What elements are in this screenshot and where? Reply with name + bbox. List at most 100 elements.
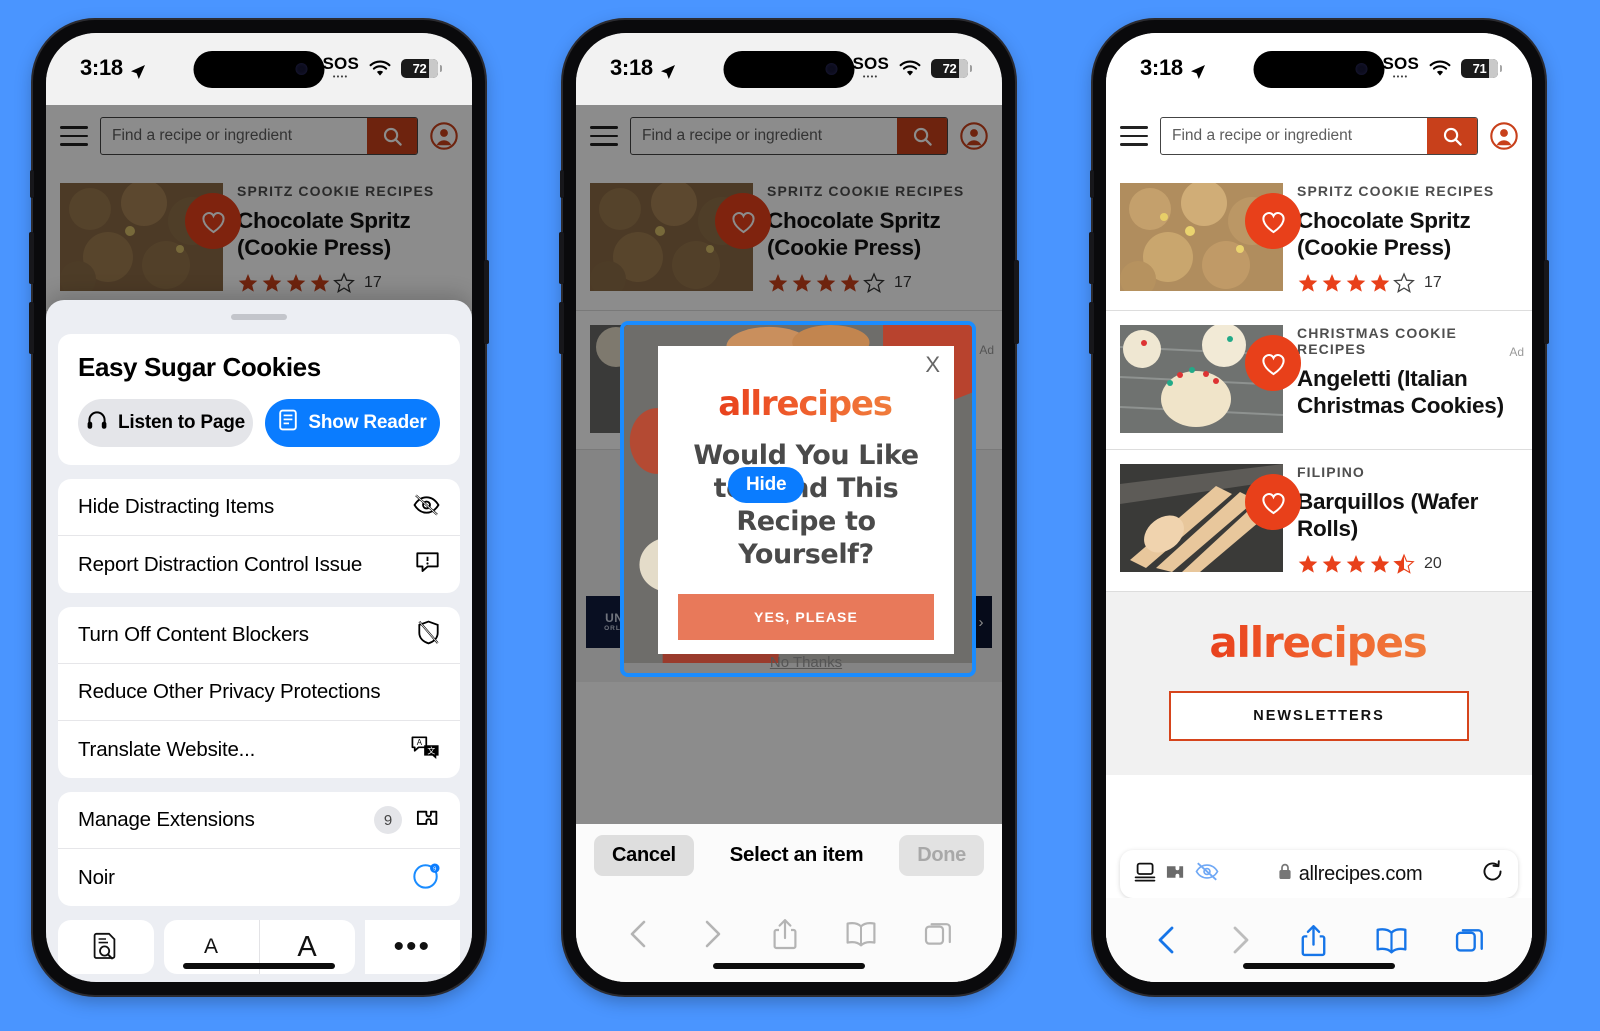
power-button[interactable] bbox=[1544, 260, 1549, 344]
star-rating bbox=[1297, 553, 1415, 575]
favorite-button[interactable] bbox=[1245, 474, 1301, 531]
hide-element-button[interactable]: Hide bbox=[728, 467, 805, 503]
search-button[interactable] bbox=[1427, 118, 1477, 154]
status-left: 3:18 bbox=[610, 55, 676, 81]
menu-item-label: Noir bbox=[78, 865, 115, 889]
menu-item-label: Turn Off Content Blockers bbox=[78, 623, 309, 646]
volume-down-button[interactable] bbox=[559, 302, 564, 354]
clock: 3:18 bbox=[1140, 55, 1183, 80]
recipe-meta: FILIPINO Barquillos (Wafer Rolls) 20 bbox=[1297, 464, 1518, 575]
report-distraction-issue-row[interactable]: Report Distraction Control Issue bbox=[58, 536, 460, 593]
recipe-category: SPRITZ COOKIE RECIPES bbox=[1297, 183, 1495, 199]
sheet-grabber[interactable] bbox=[231, 314, 287, 320]
recipe-title[interactable]: Barquillos (Wafer Rolls) bbox=[1297, 489, 1518, 542]
power-button[interactable] bbox=[1014, 260, 1019, 344]
table-row[interactable]: FILIPINO Barquillos (Wafer Rolls) 20 bbox=[1106, 450, 1532, 593]
url-bar[interactable]: allrecipes.com bbox=[1120, 850, 1518, 898]
extension-icon[interactable] bbox=[1165, 863, 1186, 886]
share-icon[interactable] bbox=[1300, 924, 1327, 957]
battery-indicator: 72 bbox=[931, 58, 972, 78]
turn-off-content-blockers-row[interactable]: Turn Off Content Blockers bbox=[58, 607, 460, 664]
show-reader-button[interactable]: Show Reader bbox=[265, 399, 440, 447]
reader-doc-icon bbox=[278, 409, 298, 437]
noir-extension-row[interactable]: Noir 9 bbox=[58, 849, 460, 906]
url-text: allrecipes.com bbox=[1298, 862, 1423, 885]
status-right: SOS •••• 71 bbox=[1382, 55, 1502, 81]
newsletters-button[interactable]: NEWSLETTERS bbox=[1169, 691, 1469, 742]
recipe-title[interactable]: Angeletti (Italian Christmas Cookies) bbox=[1297, 366, 1518, 419]
volume-up-button[interactable] bbox=[559, 232, 564, 284]
back-icon[interactable] bbox=[1154, 925, 1180, 955]
phone-3-screen: 3:18 SOS •••• 71 Find a recipe or ingred… bbox=[1106, 33, 1532, 982]
wifi-icon bbox=[369, 60, 391, 77]
no-thanks-button[interactable]: No Thanks bbox=[770, 654, 842, 671]
battery-indicator: 72 bbox=[401, 58, 442, 78]
translate-website-row[interactable]: Translate Website... A文 bbox=[58, 721, 460, 778]
done-button[interactable]: Done bbox=[899, 834, 984, 876]
reload-icon[interactable] bbox=[1481, 860, 1504, 888]
table-row[interactable]: CHRISTMAS COOKIE RECIPES Angeletti (Ital… bbox=[1106, 311, 1532, 451]
bookmarks-icon[interactable] bbox=[845, 921, 877, 947]
search-bar[interactable] bbox=[1160, 117, 1478, 155]
silent-switch[interactable] bbox=[30, 170, 34, 198]
recipe-thumbnail bbox=[1120, 325, 1301, 434]
dynamic-island bbox=[193, 51, 325, 88]
more-options-button[interactable]: ••• bbox=[364, 920, 460, 974]
manage-extensions-row[interactable]: Manage Extensions 9 bbox=[58, 792, 460, 849]
volume-down-button[interactable] bbox=[29, 302, 34, 354]
volume-up-button[interactable] bbox=[29, 232, 34, 284]
account-icon[interactable] bbox=[1490, 122, 1518, 150]
reader-card: Easy Sugar Cookies Listen to Page Show R… bbox=[58, 334, 460, 465]
flag-bubble-icon bbox=[415, 550, 440, 579]
translate-icon: A文 bbox=[411, 735, 440, 765]
tabs-icon[interactable] bbox=[1455, 926, 1484, 955]
forward-icon[interactable] bbox=[699, 919, 725, 949]
battery-indicator: 71 bbox=[1461, 58, 1502, 78]
dynamic-island bbox=[1253, 51, 1385, 88]
recipe-title[interactable]: Chocolate Spritz (Cookie Press) bbox=[1297, 208, 1518, 261]
location-arrow-icon bbox=[1190, 60, 1206, 79]
silent-switch[interactable] bbox=[560, 170, 564, 198]
reduce-privacy-protections-row[interactable]: Reduce Other Privacy Protections bbox=[58, 664, 460, 721]
bookmarks-icon[interactable] bbox=[1375, 927, 1408, 954]
home-indicator[interactable] bbox=[1243, 963, 1395, 969]
recipe-thumbnail bbox=[1120, 183, 1301, 291]
home-indicator[interactable] bbox=[183, 963, 335, 969]
menu-icon[interactable] bbox=[1120, 126, 1148, 146]
volume-up-button[interactable] bbox=[1089, 232, 1094, 284]
hide-distracting-icon[interactable] bbox=[1195, 862, 1219, 886]
favorite-button[interactable] bbox=[1245, 193, 1301, 249]
wifi-icon bbox=[1429, 60, 1451, 77]
hide-distracting-items-row[interactable]: Hide Distracting Items bbox=[58, 479, 460, 536]
page-settings-sheet: Easy Sugar Cookies Listen to Page Show R… bbox=[46, 300, 472, 982]
listen-to-page-button[interactable]: Listen to Page bbox=[78, 399, 253, 447]
search-input[interactable] bbox=[1161, 118, 1427, 154]
star-rating bbox=[1297, 272, 1415, 294]
find-on-page-button[interactable] bbox=[58, 920, 154, 974]
privacy-group: Turn Off Content Blockers Reduce Other P… bbox=[58, 607, 460, 778]
wifi-icon bbox=[899, 60, 921, 77]
cancel-button[interactable]: Cancel bbox=[594, 834, 694, 876]
close-icon[interactable]: X bbox=[925, 352, 940, 378]
show-reader-label: Show Reader bbox=[308, 412, 427, 433]
sos-indicator: SOS •••• bbox=[322, 54, 359, 81]
back-icon[interactable] bbox=[626, 919, 652, 949]
recipe-category: FILIPINO bbox=[1297, 464, 1365, 481]
browser-toolbar bbox=[1106, 898, 1532, 982]
yes-please-button[interactable]: YES, PLEASE bbox=[678, 593, 934, 640]
page-settings-icon[interactable] bbox=[1134, 862, 1156, 887]
location-arrow-icon bbox=[130, 60, 146, 79]
extensions-group: Manage Extensions 9 Noir 9 bbox=[58, 792, 460, 906]
table-row[interactable]: SPRITZ COOKIE RECIPES Chocolate Spritz (… bbox=[1106, 169, 1532, 312]
home-indicator[interactable] bbox=[713, 963, 865, 969]
volume-down-button[interactable] bbox=[1089, 302, 1094, 354]
silent-switch[interactable] bbox=[1090, 170, 1094, 198]
status-right: SOS •••• 72 bbox=[852, 55, 972, 81]
favorite-button[interactable] bbox=[1245, 335, 1301, 392]
share-icon[interactable] bbox=[772, 918, 798, 950]
tabs-icon[interactable] bbox=[924, 920, 952, 948]
url-text-container[interactable]: allrecipes.com bbox=[1229, 863, 1471, 886]
noir-moon-icon: 9 bbox=[413, 862, 440, 894]
power-button[interactable] bbox=[484, 260, 489, 344]
menu-item-label: Translate Website... bbox=[78, 737, 256, 761]
